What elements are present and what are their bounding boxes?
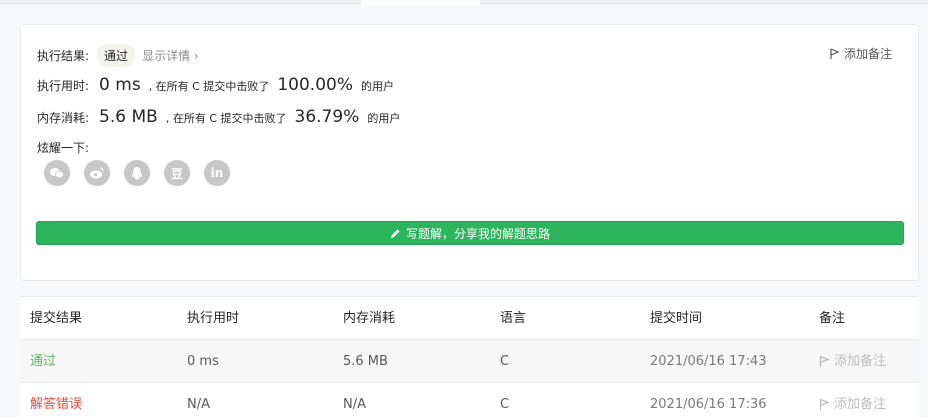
- runtime-label: 执行用时:: [37, 79, 90, 93]
- row-add-note-label: 添加备注: [834, 354, 887, 369]
- runtime-row: 执行用时: 0 ms , 在所有 C 提交中击败了 100.00% 的用户: [37, 75, 394, 95]
- table-header: 提交结果 执行用时 内存消耗 语言 提交时间 备注: [20, 297, 919, 340]
- row-memory: N/A: [343, 397, 366, 412]
- memory-label: 内存消耗:: [37, 111, 90, 125]
- memory-percent: 36.79%: [294, 107, 360, 127]
- row-add-note-button[interactable]: 添加备注: [819, 383, 886, 417]
- header-status: 提交结果: [30, 311, 83, 326]
- pencil-icon: [390, 229, 400, 238]
- header-note: 备注: [819, 311, 846, 326]
- header-memory: 内存消耗: [343, 311, 396, 326]
- row-status-link[interactable]: 通过: [30, 340, 56, 383]
- row-status-link[interactable]: 解答错误: [30, 383, 82, 417]
- row-memory: 5.6 MB: [343, 354, 388, 369]
- memory-row: 内存消耗: 5.6 MB , 在所有 C 提交中击败了 36.79% 的用户: [37, 107, 400, 127]
- add-note-button[interactable]: 添加备注: [830, 45, 892, 62]
- share-label: 炫耀一下:: [37, 141, 90, 155]
- row-language: C: [500, 397, 510, 412]
- result-row: 执行结果: 通过 显示详情 ›: [37, 44, 199, 67]
- header-runtime: 执行用时: [187, 311, 240, 326]
- douban-icon[interactable]: 豆: [164, 160, 190, 186]
- memory-suffix: 的用户: [367, 112, 401, 125]
- write-solution-button[interactable]: 写题解，分享我的解题思路: [36, 221, 904, 245]
- status-badge: 通过: [97, 44, 136, 67]
- header-submit-time: 提交时间: [650, 311, 703, 326]
- weibo-icon[interactable]: [84, 160, 110, 186]
- row-add-note-label: 添加备注: [834, 397, 887, 412]
- linkedin-glyph: in: [210, 166, 224, 180]
- runtime-value: 0 ms: [99, 75, 141, 95]
- show-details-link[interactable]: 显示详情 ›: [142, 47, 199, 64]
- row-add-note-button[interactable]: 添加备注: [819, 340, 886, 383]
- add-note-label: 添加备注: [843, 47, 892, 61]
- flag-icon: [819, 355, 830, 367]
- memory-beat-text: , 在所有 C 提交中击败了: [165, 112, 287, 125]
- write-solution-label: 写题解，分享我的解题思路: [405, 226, 550, 241]
- linkedin-icon[interactable]: in: [204, 160, 230, 186]
- flag-icon: [819, 398, 830, 410]
- runtime-beat-text: , 在所有 C 提交中击败了: [148, 80, 270, 93]
- flag-icon: [830, 47, 840, 59]
- table-row[interactable]: 通过 0 ms 5.6 MB C 2021/06/16 17:43 添加备注: [20, 340, 919, 383]
- row-runtime: 0 ms: [187, 354, 219, 369]
- submission-result-card: 执行结果: 通过 显示详情 › 添加备注 执行用时: 0 ms , 在所有 C …: [20, 24, 919, 281]
- wechat-icon[interactable]: [44, 160, 70, 186]
- tab-active[interactable]: [361, 0, 480, 5]
- share-buttons: 豆 in: [44, 160, 230, 186]
- row-runtime: N/A: [187, 397, 210, 412]
- header-language: 语言: [500, 311, 527, 326]
- runtime-suffix: 的用户: [361, 80, 394, 93]
- table-row[interactable]: 解答错误 N/A N/A C 2021/06/16 17:36 添加备注: [20, 383, 919, 417]
- row-submit-time: 2021/06/16 17:43: [650, 354, 767, 369]
- qq-icon[interactable]: [124, 160, 150, 186]
- row-language: C: [500, 354, 510, 369]
- douban-glyph: 豆: [170, 166, 183, 181]
- share-label-row: 炫耀一下:: [37, 139, 89, 156]
- result-label: 执行结果:: [37, 49, 90, 63]
- memory-value: 5.6 MB: [99, 107, 158, 127]
- submissions-table: 提交结果 执行用时 内存消耗 语言 提交时间 备注 通过 0 ms 5.6 MB…: [20, 296, 919, 417]
- row-submit-time: 2021/06/16 17:36: [650, 397, 767, 412]
- runtime-percent: 100.00%: [277, 75, 353, 95]
